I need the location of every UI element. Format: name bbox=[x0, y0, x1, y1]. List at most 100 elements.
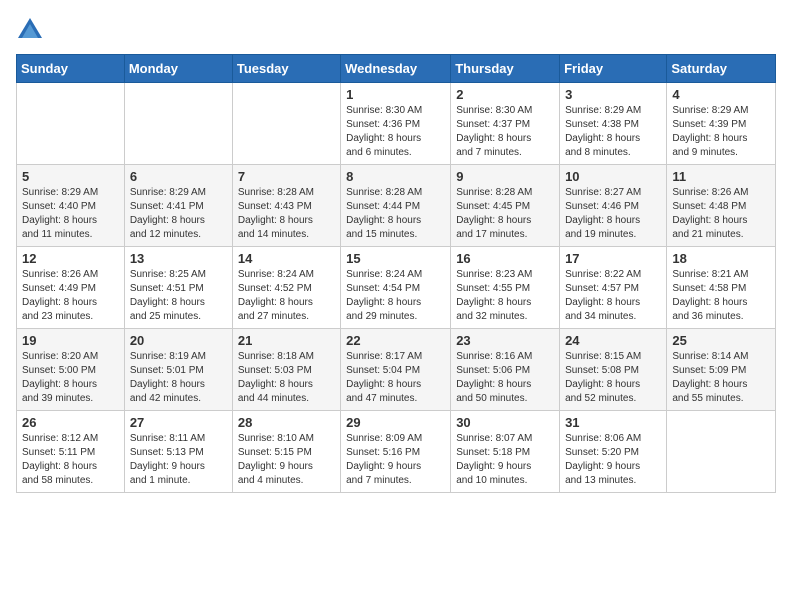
day-info: Sunrise: 8:29 AM Sunset: 4:40 PM Dayligh… bbox=[22, 186, 119, 242]
day-info: Sunrise: 8:18 AM Sunset: 5:03 PM Dayligh… bbox=[238, 350, 335, 406]
day-number: 21 bbox=[238, 333, 335, 348]
day-number: 8 bbox=[346, 169, 445, 184]
day-number: 30 bbox=[456, 415, 554, 430]
day-info: Sunrise: 8:29 AM Sunset: 4:41 PM Dayligh… bbox=[130, 186, 227, 242]
day-info: Sunrise: 8:28 AM Sunset: 4:45 PM Dayligh… bbox=[456, 186, 554, 242]
day-number: 22 bbox=[346, 333, 445, 348]
day-info: Sunrise: 8:27 AM Sunset: 4:46 PM Dayligh… bbox=[565, 186, 661, 242]
day-number: 27 bbox=[130, 415, 227, 430]
calendar-cell: 17 Sunrise: 8:22 AM Sunset: 4:57 PM Dayli… bbox=[560, 247, 667, 329]
day-header-sunday: Sunday bbox=[17, 55, 125, 83]
day-number: 23 bbox=[456, 333, 554, 348]
week-row-2: 5 Sunrise: 8:29 AM Sunset: 4:40 PM Daylig… bbox=[17, 165, 776, 247]
day-info: Sunrise: 8:17 AM Sunset: 5:04 PM Dayligh… bbox=[346, 350, 445, 406]
calendar-cell: 18 Sunrise: 8:21 AM Sunset: 4:58 PM Dayli… bbox=[667, 247, 776, 329]
calendar-cell: 23Sunrise: 8:16 AM Sunset: 5:06 PM Dayli… bbox=[451, 329, 560, 411]
day-info: Sunrise: 8:26 AM Sunset: 4:48 PM Dayligh… bbox=[672, 186, 770, 242]
day-info: Sunrise: 8:29 AM Sunset: 4:38 PM Dayligh… bbox=[565, 104, 661, 160]
day-number: 20 bbox=[130, 333, 227, 348]
calendar-cell bbox=[667, 411, 776, 493]
day-number: 18 bbox=[672, 251, 770, 266]
calendar-cell: 21 Sunrise: 8:18 AM Sunset: 5:03 PM Dayli… bbox=[232, 329, 340, 411]
day-header-saturday: Saturday bbox=[667, 55, 776, 83]
day-number: 17 bbox=[565, 251, 661, 266]
calendar-cell bbox=[17, 83, 125, 165]
calendar-cell: 2 Sunrise: 8:30 AM Sunset: 4:37 PM Daylig… bbox=[451, 83, 560, 165]
calendar-cell: 26Sunrise: 8:12 AM Sunset: 5:11 PM Dayli… bbox=[17, 411, 125, 493]
day-info: Sunrise: 8:06 AM Sunset: 5:20 PM Dayligh… bbox=[565, 432, 661, 488]
day-info: Sunrise: 8:09 AM Sunset: 5:16 PM Dayligh… bbox=[346, 432, 445, 488]
day-header-thursday: Thursday bbox=[451, 55, 560, 83]
calendar-cell: 28Sunrise: 8:10 AM Sunset: 5:15 PM Dayli… bbox=[232, 411, 340, 493]
day-number: 19 bbox=[22, 333, 119, 348]
calendar-cell: 25 Sunrise: 8:14 AM Sunset: 5:09 PM Dayli… bbox=[667, 329, 776, 411]
day-number: 9 bbox=[456, 169, 554, 184]
week-row-4: 19Sunrise: 8:20 AM Sunset: 5:00 PM Dayli… bbox=[17, 329, 776, 411]
calendar-cell: 8 Sunrise: 8:28 AM Sunset: 4:44 PM Daylig… bbox=[341, 165, 451, 247]
day-info: Sunrise: 8:21 AM Sunset: 4:58 PM Dayligh… bbox=[672, 268, 770, 324]
logo-icon bbox=[16, 16, 44, 44]
day-header-wednesday: Wednesday bbox=[341, 55, 451, 83]
page-header bbox=[16, 16, 776, 44]
calendar-cell: 14 Sunrise: 8:24 AM Sunset: 4:52 PM Dayli… bbox=[232, 247, 340, 329]
calendar-cell: 22 Sunrise: 8:17 AM Sunset: 5:04 PM Dayli… bbox=[341, 329, 451, 411]
day-number: 31 bbox=[565, 415, 661, 430]
calendar-header-row: SundayMondayTuesdayWednesdayThursdayFrid… bbox=[17, 55, 776, 83]
day-info: Sunrise: 8:22 AM Sunset: 4:57 PM Dayligh… bbox=[565, 268, 661, 324]
calendar-cell: 6 Sunrise: 8:29 AM Sunset: 4:41 PM Daylig… bbox=[124, 165, 232, 247]
calendar-cell: 9 Sunrise: 8:28 AM Sunset: 4:45 PM Daylig… bbox=[451, 165, 560, 247]
calendar-cell: 5 Sunrise: 8:29 AM Sunset: 4:40 PM Daylig… bbox=[17, 165, 125, 247]
day-info: Sunrise: 8:19 AM Sunset: 5:01 PM Dayligh… bbox=[130, 350, 227, 406]
day-info: Sunrise: 8:14 AM Sunset: 5:09 PM Dayligh… bbox=[672, 350, 770, 406]
day-number: 14 bbox=[238, 251, 335, 266]
calendar-cell: 3 Sunrise: 8:29 AM Sunset: 4:38 PM Daylig… bbox=[560, 83, 667, 165]
day-number: 10 bbox=[565, 169, 661, 184]
calendar-cell: 20 Sunrise: 8:19 AM Sunset: 5:01 PM Dayli… bbox=[124, 329, 232, 411]
day-number: 6 bbox=[130, 169, 227, 184]
calendar-cell: 29 Sunrise: 8:09 AM Sunset: 5:16 PM Dayli… bbox=[341, 411, 451, 493]
day-info: Sunrise: 8:25 AM Sunset: 4:51 PM Dayligh… bbox=[130, 268, 227, 324]
calendar-cell bbox=[232, 83, 340, 165]
week-row-5: 26Sunrise: 8:12 AM Sunset: 5:11 PM Dayli… bbox=[17, 411, 776, 493]
calendar-cell: 11Sunrise: 8:26 AM Sunset: 4:48 PM Dayli… bbox=[667, 165, 776, 247]
week-row-3: 12 Sunrise: 8:26 AM Sunset: 4:49 PM Dayli… bbox=[17, 247, 776, 329]
day-number: 25 bbox=[672, 333, 770, 348]
day-info: Sunrise: 8:24 AM Sunset: 4:54 PM Dayligh… bbox=[346, 268, 445, 324]
calendar-cell: 31 Sunrise: 8:06 AM Sunset: 5:20 PM Dayli… bbox=[560, 411, 667, 493]
calendar-table: SundayMondayTuesdayWednesdayThursdayFrid… bbox=[16, 54, 776, 493]
calendar-cell: 1 Sunrise: 8:30 AM Sunset: 4:36 PM Daylig… bbox=[341, 83, 451, 165]
day-number: 4 bbox=[672, 87, 770, 102]
calendar-cell: 24Sunrise: 8:15 AM Sunset: 5:08 PM Dayli… bbox=[560, 329, 667, 411]
day-number: 29 bbox=[346, 415, 445, 430]
logo bbox=[16, 16, 48, 44]
day-number: 2 bbox=[456, 87, 554, 102]
calendar-cell: 13Sunrise: 8:25 AM Sunset: 4:51 PM Dayli… bbox=[124, 247, 232, 329]
day-info: Sunrise: 8:28 AM Sunset: 4:43 PM Dayligh… bbox=[238, 186, 335, 242]
day-info: Sunrise: 8:23 AM Sunset: 4:55 PM Dayligh… bbox=[456, 268, 554, 324]
calendar-cell bbox=[124, 83, 232, 165]
day-info: Sunrise: 8:11 AM Sunset: 5:13 PM Dayligh… bbox=[130, 432, 227, 488]
day-info: Sunrise: 8:12 AM Sunset: 5:11 PM Dayligh… bbox=[22, 432, 119, 488]
day-info: Sunrise: 8:10 AM Sunset: 5:15 PM Dayligh… bbox=[238, 432, 335, 488]
day-number: 5 bbox=[22, 169, 119, 184]
calendar-cell: 16 Sunrise: 8:23 AM Sunset: 4:55 PM Dayli… bbox=[451, 247, 560, 329]
day-info: Sunrise: 8:29 AM Sunset: 4:39 PM Dayligh… bbox=[672, 104, 770, 160]
week-row-1: 1 Sunrise: 8:30 AM Sunset: 4:36 PM Daylig… bbox=[17, 83, 776, 165]
calendar-cell: 4 Sunrise: 8:29 AM Sunset: 4:39 PM Daylig… bbox=[667, 83, 776, 165]
calendar-cell: 27 Sunrise: 8:11 AM Sunset: 5:13 PM Dayli… bbox=[124, 411, 232, 493]
day-info: Sunrise: 8:28 AM Sunset: 4:44 PM Dayligh… bbox=[346, 186, 445, 242]
calendar-cell: 7Sunrise: 8:28 AM Sunset: 4:43 PM Daylig… bbox=[232, 165, 340, 247]
day-info: Sunrise: 8:30 AM Sunset: 4:36 PM Dayligh… bbox=[346, 104, 445, 160]
calendar-cell: 19Sunrise: 8:20 AM Sunset: 5:00 PM Dayli… bbox=[17, 329, 125, 411]
day-info: Sunrise: 8:30 AM Sunset: 4:37 PM Dayligh… bbox=[456, 104, 554, 160]
calendar-cell: 15 Sunrise: 8:24 AM Sunset: 4:54 PM Dayli… bbox=[341, 247, 451, 329]
day-number: 12 bbox=[22, 251, 119, 266]
day-number: 3 bbox=[565, 87, 661, 102]
day-info: Sunrise: 8:24 AM Sunset: 4:52 PM Dayligh… bbox=[238, 268, 335, 324]
day-number: 1 bbox=[346, 87, 445, 102]
calendar-cell: 10 Sunrise: 8:27 AM Sunset: 4:46 PM Dayli… bbox=[560, 165, 667, 247]
day-number: 16 bbox=[456, 251, 554, 266]
day-header-friday: Friday bbox=[560, 55, 667, 83]
day-info: Sunrise: 8:26 AM Sunset: 4:49 PM Dayligh… bbox=[22, 268, 119, 324]
day-number: 15 bbox=[346, 251, 445, 266]
